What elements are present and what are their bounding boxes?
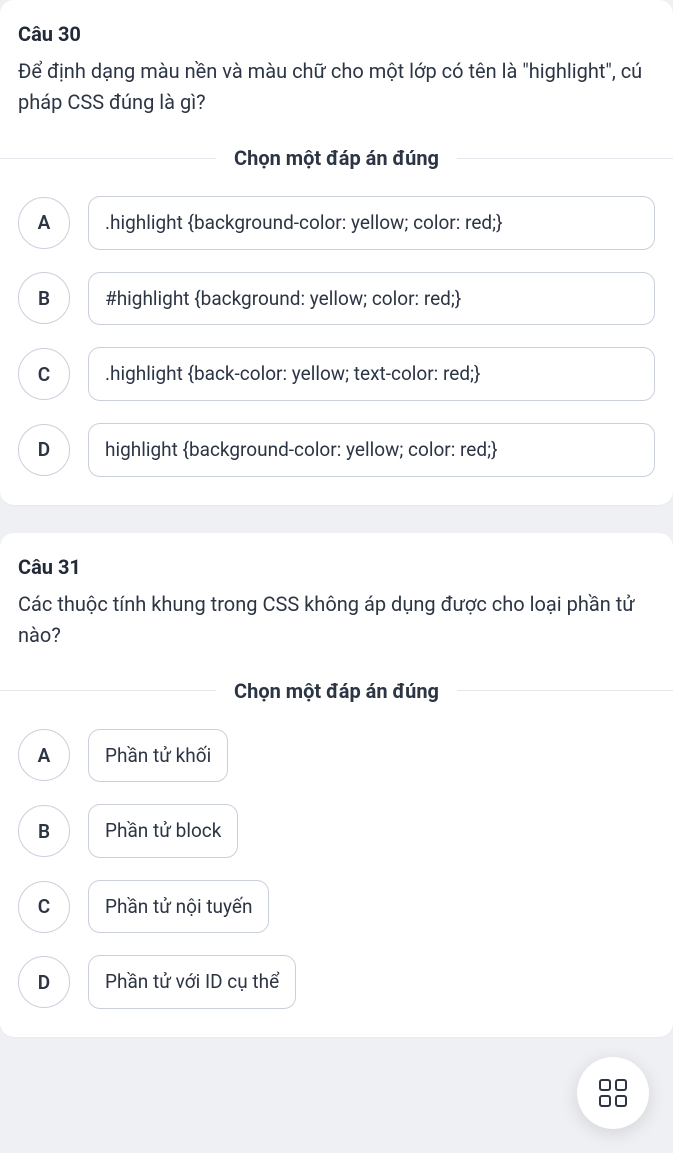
- question-text: Các thuộc tính khung trong CSS không áp …: [18, 589, 655, 651]
- question-text: Để định dạng màu nền và màu chữ cho một …: [18, 56, 655, 118]
- grid-icon: [599, 1079, 627, 1107]
- option-text-a[interactable]: .highlight {background-color: yellow; co…: [88, 196, 655, 250]
- prompt-label: Chọn một đáp án đúng: [216, 679, 457, 703]
- option-text-c[interactable]: Phần tử nội tuyến: [88, 880, 269, 934]
- option-text-d[interactable]: Phần tử với ID cụ thể: [88, 955, 296, 1009]
- divider-line: [0, 158, 216, 159]
- divider-line: [457, 690, 673, 691]
- divider-line: [457, 158, 673, 159]
- option-letter-a[interactable]: A: [18, 729, 70, 781]
- option-row: B Phần tử block: [18, 804, 655, 858]
- option-row: C Phần tử nội tuyến: [18, 880, 655, 934]
- option-letter-b[interactable]: B: [18, 272, 70, 324]
- question-title: Câu 30: [18, 22, 655, 46]
- option-letter-c[interactable]: C: [18, 881, 70, 933]
- prompt-label: Chọn một đáp án đúng: [216, 146, 457, 170]
- grid-view-button[interactable]: [577, 1057, 649, 1129]
- option-row: A Phần tử khối: [18, 729, 655, 783]
- option-row: B #highlight {background: yellow; color:…: [18, 272, 655, 326]
- divider-line: [0, 690, 216, 691]
- option-row: D Phần tử với ID cụ thể: [18, 955, 655, 1009]
- question-card: Câu 31 Các thuộc tính khung trong CSS kh…: [0, 533, 673, 1038]
- option-text-d[interactable]: highlight {background-color: yellow; col…: [88, 423, 655, 477]
- option-text-a[interactable]: Phần tử khối: [88, 729, 228, 783]
- option-letter-b[interactable]: B: [18, 805, 70, 857]
- option-letter-a[interactable]: A: [18, 197, 70, 249]
- option-row: D highlight {background-color: yellow; c…: [18, 423, 655, 477]
- option-letter-d[interactable]: D: [18, 424, 70, 476]
- option-text-b[interactable]: #highlight {background: yellow; color: r…: [88, 272, 655, 326]
- option-row: A .highlight {background-color: yellow; …: [18, 196, 655, 250]
- option-letter-c[interactable]: C: [18, 348, 70, 400]
- option-text-b[interactable]: Phần tử block: [88, 804, 238, 858]
- option-row: C .highlight {back-color: yellow; text-c…: [18, 347, 655, 401]
- option-letter-d[interactable]: D: [18, 956, 70, 1008]
- question-card: Câu 30 Để định dạng màu nền và màu chữ c…: [0, 0, 673, 505]
- question-title: Câu 31: [18, 555, 655, 579]
- option-text-c[interactable]: .highlight {back-color: yellow; text-col…: [88, 347, 655, 401]
- prompt-divider: Chọn một đáp án đúng: [0, 679, 673, 703]
- prompt-divider: Chọn một đáp án đúng: [0, 146, 673, 170]
